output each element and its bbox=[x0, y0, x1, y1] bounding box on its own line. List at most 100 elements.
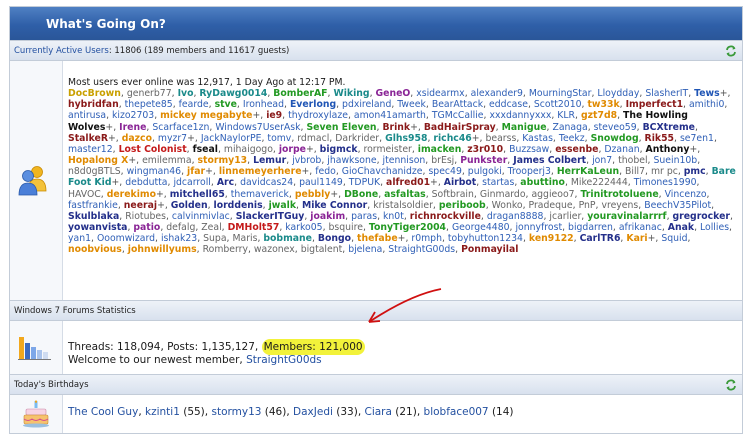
user-link[interactable]: Tews bbox=[694, 88, 720, 99]
user-link[interactable]: Scarface1zn bbox=[152, 122, 209, 133]
user-link[interactable]: Lollies bbox=[700, 222, 729, 233]
user-link[interactable]: GioChavchanidze bbox=[342, 166, 423, 177]
user-link[interactable]: BomberAF bbox=[273, 88, 327, 99]
user-link[interactable]: aggieoo7 bbox=[531, 189, 574, 200]
user-link[interactable]: thydroxylaze bbox=[288, 110, 348, 121]
user-link[interactable]: Kari bbox=[626, 233, 647, 244]
user-link[interactable]: Brink bbox=[382, 122, 410, 133]
user-link[interactable]: Glhs958 bbox=[385, 133, 427, 144]
user-link[interactable]: fedo bbox=[315, 166, 336, 177]
user-link[interactable]: vreyens bbox=[601, 200, 638, 211]
user-link[interactable]: spec49 bbox=[428, 166, 461, 177]
user-link[interactable]: fseal bbox=[193, 144, 218, 155]
user-link[interactable]: Wiking bbox=[333, 88, 369, 99]
birthday-user-link[interactable]: kzinti1 bbox=[145, 406, 180, 418]
user-link[interactable]: steveo59 bbox=[594, 122, 637, 133]
user-link[interactable]: ishak23 bbox=[161, 233, 197, 244]
user-link[interactable]: xsidearmx bbox=[416, 88, 464, 99]
user-link[interactable]: asfaltas bbox=[384, 189, 426, 200]
user-link[interactable]: bsquire bbox=[329, 222, 363, 233]
user-link[interactable]: amon41amarth bbox=[354, 110, 426, 121]
user-link[interactable]: dazco bbox=[122, 133, 152, 144]
user-link[interactable]: jwalk bbox=[269, 200, 296, 211]
user-link[interactable]: jorpe bbox=[279, 144, 306, 155]
user-link[interactable]: hybridfan bbox=[68, 99, 119, 110]
user-link[interactable]: wingman46 bbox=[127, 166, 181, 177]
user-link[interactable]: kizo2703 bbox=[112, 110, 154, 121]
user-link[interactable]: StalkeR bbox=[68, 133, 108, 144]
user-link[interactable]: jdcarroll bbox=[173, 177, 210, 188]
user-link[interactable]: alexander9 bbox=[471, 88, 523, 99]
user-link[interactable]: Wonko bbox=[492, 200, 523, 211]
user-link[interactable]: Punkster bbox=[460, 155, 507, 166]
user-link[interactable]: r0mph bbox=[411, 233, 442, 244]
user-link[interactable]: stve bbox=[215, 99, 237, 110]
user-link[interactable]: Vincenzo bbox=[665, 189, 707, 200]
user-link[interactable]: bearss bbox=[485, 133, 516, 144]
user-link[interactable]: amithi0 bbox=[689, 99, 724, 110]
user-link[interactable]: George4480 bbox=[452, 222, 510, 233]
user-link[interactable]: Anthony bbox=[646, 144, 690, 155]
user-link[interactable]: SlackerITGuy bbox=[236, 211, 305, 222]
user-link[interactable]: Skulblaka bbox=[68, 211, 119, 222]
user-link[interactable]: alfred01 bbox=[386, 177, 430, 188]
user-link[interactable]: pulgoki bbox=[468, 166, 502, 177]
user-link[interactable]: yan1 bbox=[68, 233, 91, 244]
user-link[interactable]: Supa bbox=[203, 233, 226, 244]
user-link[interactable]: mickey megabyte bbox=[160, 110, 252, 121]
active-users-link[interactable]: Currently Active Users bbox=[14, 46, 109, 56]
user-link[interactable]: Bongo bbox=[318, 233, 351, 244]
user-link[interactable]: brEsj bbox=[431, 155, 454, 166]
user-link[interactable]: Manigue bbox=[502, 122, 547, 133]
user-link[interactable]: myzr7 bbox=[158, 133, 187, 144]
user-link[interactable]: jvbrob bbox=[292, 155, 321, 166]
user-link[interactable]: gzt7d8 bbox=[581, 110, 617, 121]
user-link[interactable]: rormeister bbox=[364, 144, 412, 155]
user-link[interactable]: jtennison bbox=[383, 155, 426, 166]
user-link[interactable]: Snowdog bbox=[591, 133, 639, 144]
user-link[interactable]: rdmacl bbox=[297, 133, 329, 144]
user-link[interactable]: jcarlier bbox=[549, 211, 581, 222]
user-link[interactable]: DocBrown bbox=[68, 88, 121, 99]
birthday-user-link[interactable]: Ciara bbox=[365, 406, 392, 418]
user-link[interactable]: Zeal bbox=[201, 222, 221, 233]
user-link[interactable]: Teekz bbox=[559, 133, 585, 144]
user-link[interactable]: neeraj bbox=[124, 200, 157, 211]
user-link[interactable]: kristalsoldier bbox=[373, 200, 433, 211]
user-link[interactable]: imacken bbox=[418, 144, 462, 155]
user-link[interactable]: Windows7UserAsk bbox=[215, 122, 300, 133]
user-link[interactable]: Scott2010 bbox=[534, 99, 582, 110]
newest-member-link[interactable]: StraightG00ds bbox=[246, 354, 322, 366]
user-link[interactable]: Darkrider bbox=[335, 133, 379, 144]
user-link[interactable]: Ivo bbox=[178, 88, 194, 99]
user-link[interactable]: thobel bbox=[618, 155, 647, 166]
user-link[interactable]: dragan8888 bbox=[487, 211, 544, 222]
user-link[interactable]: thefabe bbox=[357, 233, 398, 244]
user-link[interactable]: Maris bbox=[232, 233, 257, 244]
user-link[interactable]: linnemeyerhere bbox=[219, 166, 302, 177]
user-link[interactable]: HerrKaLeun bbox=[557, 166, 619, 177]
user-link[interactable]: kn0t bbox=[383, 211, 404, 222]
user-link[interactable]: Timones1990 bbox=[634, 177, 697, 188]
user-link[interactable]: Mike222444 bbox=[571, 177, 628, 188]
user-link[interactable]: Softbrain bbox=[432, 189, 474, 200]
user-link[interactable]: TonyTiger2004 bbox=[369, 222, 446, 233]
user-link[interactable]: themaverick bbox=[231, 189, 289, 200]
birthday-user-link[interactable]: DaxJedi bbox=[293, 406, 333, 418]
user-link[interactable]: Riotubes bbox=[125, 211, 166, 222]
user-link[interactable]: mr pc bbox=[651, 166, 678, 177]
user-link[interactable]: pdxireland bbox=[342, 99, 391, 110]
birthday-user-link[interactable]: stormy13 bbox=[211, 406, 261, 418]
user-link[interactable]: tobyhutton1234 bbox=[448, 233, 523, 244]
user-link[interactable]: Buzzsaw bbox=[509, 144, 549, 155]
user-link[interactable]: Anak bbox=[668, 222, 694, 233]
user-link[interactable]: Ponmayilal bbox=[461, 244, 518, 255]
user-link[interactable]: Bill7 bbox=[625, 166, 645, 177]
user-link[interactable]: Ginmardo bbox=[480, 189, 526, 200]
user-link[interactable]: startas bbox=[482, 177, 514, 188]
user-link[interactable]: Dzanan bbox=[604, 144, 639, 155]
user-link[interactable]: jonnyfrost bbox=[515, 222, 562, 233]
user-link[interactable]: pmc bbox=[684, 166, 706, 177]
user-link[interactable]: richnrockville bbox=[410, 211, 481, 222]
user-link[interactable]: Trinitrotoluene bbox=[580, 189, 658, 200]
